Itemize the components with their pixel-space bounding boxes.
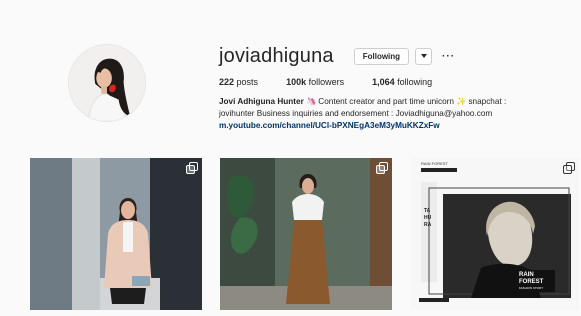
post-3-side-letters: TA HU RA: [424, 208, 431, 229]
post-1-photo: [30, 158, 202, 310]
side-letter-3: RA: [424, 222, 432, 228]
stat-followers-count: 100k: [286, 77, 307, 87]
stat-following-label: following: [397, 77, 433, 87]
stat-followers-label: followers: [308, 77, 345, 87]
bio-line-1: Jovi Adhiguna Hunter 🦄 Content creator a…: [219, 96, 569, 108]
sparkles-emoji-icon: ✨: [456, 97, 467, 106]
bio-line-2: jovihunter Business inquiries and endors…: [219, 109, 493, 118]
unicorn-emoji-icon: 🦄: [306, 97, 317, 106]
stat-followers[interactable]: 100k followers: [286, 77, 344, 87]
follow-dropdown-button[interactable]: [415, 47, 433, 65]
post-tile-3[interactable]: RAIN FOREST TA HU RA RAIN FOREST FASHION…: [411, 158, 579, 310]
profile-username: joviadhiguna: [219, 44, 334, 67]
profile-info: joviadhiguna Following ··· 222 posts 100…: [219, 44, 569, 132]
multiple-photos-icon: [186, 162, 198, 174]
following-button[interactable]: Following: [353, 47, 410, 65]
brand-subtitle: FASHION STORY: [519, 286, 544, 290]
profile-header: joviadhiguna Following ··· 222 posts 100…: [0, 0, 581, 150]
profile-full-name: Jovi Adhiguna Hunter: [219, 97, 304, 106]
post-tile-1[interactable]: [30, 158, 202, 310]
stat-posts-count: 222: [219, 77, 235, 87]
profile-avatar[interactable]: [68, 44, 146, 122]
side-letter-2: HU: [424, 215, 432, 221]
profile-top-row: joviadhiguna Following ···: [219, 44, 569, 68]
stat-following[interactable]: 1,064 following: [372, 77, 432, 87]
multiple-photos-icon: [376, 162, 388, 174]
post-2-photo: [220, 158, 392, 310]
post-3-brand: RAIN FOREST FASHION STORY: [519, 272, 559, 290]
bio-text-1-tail: snapchat :: [468, 97, 507, 106]
chevron-down-icon: [420, 54, 427, 58]
avatar-photo: [69, 45, 145, 121]
profile-stats: 222 posts 100k followers 1,064 following: [219, 77, 569, 87]
stat-following-count: 1,064: [372, 77, 395, 87]
profile-website-link[interactable]: m.youtube.com/channel/UCl-bPXNEgA3eM3yMu…: [219, 120, 569, 132]
stat-posts[interactable]: 222 posts: [219, 77, 258, 87]
side-letter-1: TA: [424, 208, 431, 214]
post-3-corner-tag: RAIN FOREST: [421, 161, 448, 166]
post-tile-2[interactable]: [220, 158, 392, 310]
multiple-photos-icon: [563, 162, 575, 174]
stat-posts-label: posts: [236, 77, 259, 87]
posts-grid: RAIN FOREST TA HU RA RAIN FOREST FASHION…: [30, 158, 579, 310]
profile-bio: Jovi Adhiguna Hunter 🦄 Content creator a…: [219, 96, 569, 132]
brand-title: RAIN FOREST: [519, 272, 544, 285]
more-options-button[interactable]: ···: [442, 51, 455, 62]
bio-text-1: Content creator and part time unicorn: [318, 97, 454, 106]
